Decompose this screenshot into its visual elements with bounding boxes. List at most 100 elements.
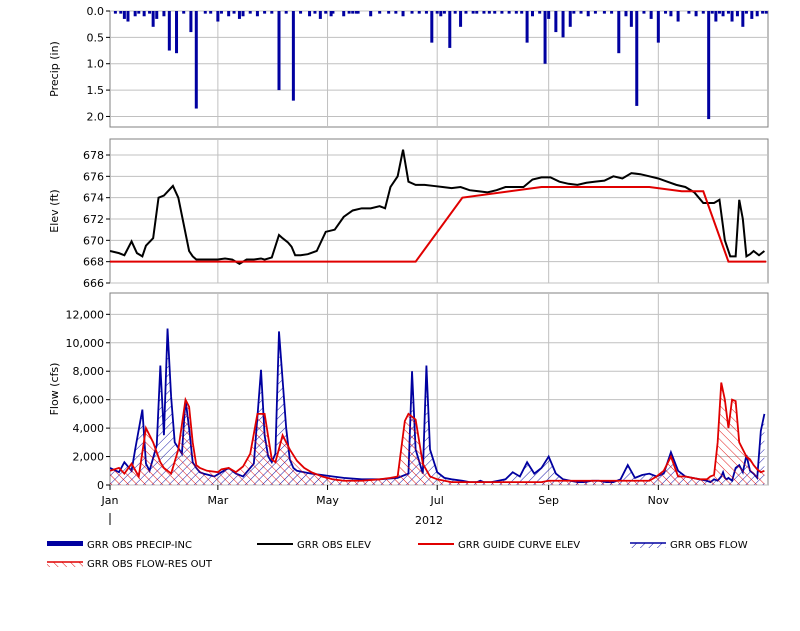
precip-bar	[730, 11, 734, 22]
y-tick-label: 678	[83, 149, 104, 162]
y-tick-label: 0	[97, 479, 104, 492]
precip-bar	[342, 11, 346, 17]
precip-bar	[216, 11, 220, 22]
panels-layer: 0.0 0.5 1.0 1.5 2.0 Precip (in) 666 668 670 672 67…	[48, 5, 769, 492]
precip-bar	[520, 11, 524, 14]
precip-bar	[119, 11, 123, 14]
precip-bar	[694, 11, 698, 17]
y-tick-label: 10,000	[66, 337, 105, 350]
y-tick-label: 674	[83, 192, 104, 205]
precip-bar	[487, 11, 491, 14]
precip-bar	[543, 11, 547, 64]
y-axis-label: Elev (ft)	[48, 189, 61, 232]
precip-bar	[726, 11, 730, 14]
precip-bar	[387, 11, 391, 14]
precip-bar	[394, 11, 398, 14]
precip-bar	[579, 11, 583, 14]
precip-bar	[241, 11, 245, 17]
x-tick-label: Jan	[101, 494, 119, 507]
precip-bar	[331, 11, 335, 14]
precip-bar	[572, 11, 576, 14]
x-tick-label: Mar	[207, 494, 228, 507]
panel-flow: 0 2,000 4,000 6,000 8,000 10,000 12,000 Flow (c…	[48, 292, 769, 492]
precip-bar	[175, 11, 179, 54]
y-tick-label: 2,000	[73, 451, 105, 464]
precip-bar	[475, 11, 479, 14]
y-tick-label: 8,000	[73, 365, 105, 378]
precip-bar	[430, 11, 434, 43]
panel-elev: 666 668 670 672 674 676 678 Elev (ft)	[48, 138, 769, 290]
precip-bar	[351, 11, 355, 14]
legend-label: GRR OBS ELEV	[297, 540, 371, 551]
precip-bar	[410, 11, 414, 14]
precip-bar	[710, 11, 714, 14]
y-tick-label: 2.0	[87, 110, 105, 123]
precip-bar	[676, 11, 680, 22]
precip-bar	[324, 11, 328, 14]
legend-label: GRR GUIDE CURVE ELEV	[458, 540, 580, 551]
precip-bar	[167, 11, 171, 51]
x-axis: Jan Mar May Jul Sep Nov 2012	[101, 485, 670, 527]
precip-bar	[291, 11, 295, 101]
precip-bar	[194, 11, 198, 109]
precip-bar	[664, 11, 668, 14]
precip-bar	[378, 11, 382, 14]
precip-bar	[493, 11, 497, 14]
y-tick-label: 6,000	[73, 394, 105, 407]
precip-bar	[148, 11, 152, 14]
precip-bar	[538, 11, 542, 14]
precip-bar	[554, 11, 558, 33]
precip-bar	[448, 11, 452, 48]
precip-bar	[284, 11, 288, 14]
legend-item: GRR GUIDE CURVE ELEV	[418, 540, 580, 551]
precip-bar	[155, 11, 159, 19]
precip-bar	[232, 11, 236, 14]
precip-bar	[656, 11, 660, 43]
precip-bar	[308, 11, 312, 17]
precip-bar	[602, 11, 606, 14]
precip-bar	[464, 11, 468, 14]
precip-bar	[547, 11, 551, 19]
precip-bar	[227, 11, 231, 17]
precip-bar	[624, 11, 628, 17]
precip-bar	[126, 11, 130, 22]
legend-item: GRR OBS PRECIP-INC	[47, 540, 192, 551]
precip-bar	[471, 11, 475, 14]
precip-bar	[593, 11, 597, 14]
precip-bar	[764, 11, 768, 14]
precip-bar	[137, 11, 141, 14]
precip-bar	[721, 11, 725, 17]
y-tick-label: 668	[83, 256, 104, 269]
y-axis-label: Precip (in)	[48, 41, 61, 97]
precip-bar	[761, 11, 765, 14]
precip-bar	[277, 11, 281, 91]
precip-bar	[629, 11, 633, 27]
x-tick-label: Jul	[430, 494, 444, 507]
precip-bar	[707, 11, 711, 120]
precip-bar	[313, 11, 317, 14]
y-tick-label: 0.5	[87, 31, 105, 44]
precip-bar	[755, 11, 759, 17]
y-tick-label: 1.5	[87, 84, 105, 97]
x-tick-label: May	[316, 494, 339, 507]
precip-bar	[500, 11, 504, 14]
precip-bar	[453, 11, 457, 14]
chart-svg: 0.0 0.5 1.0 1.5 2.0 Precip (in) 666 668 670 672 67…	[47, 5, 769, 570]
precip-bar	[561, 11, 565, 38]
x-tick-label: Sep	[538, 494, 559, 507]
precip-bar	[133, 11, 137, 17]
precip-bar	[356, 11, 360, 14]
precip-bar	[182, 11, 186, 14]
precip-bar	[142, 11, 146, 17]
precip-bar	[568, 11, 572, 27]
y-tick-label: 676	[83, 170, 104, 183]
precip-bar	[209, 11, 213, 14]
precip-bar	[401, 11, 405, 17]
precip-bar	[525, 11, 529, 43]
legend-item: GRR OBS FLOW-RES OUT	[47, 559, 213, 570]
hydrograph-chart: 0.0 0.5 1.0 1.5 2.0 Precip (in) 666 668 670 672 67…	[0, 0, 800, 627]
legend-label: GRR OBS FLOW	[670, 540, 748, 551]
precip-bar	[151, 11, 155, 27]
precip-bar	[701, 11, 705, 14]
precip-bar	[189, 11, 193, 33]
